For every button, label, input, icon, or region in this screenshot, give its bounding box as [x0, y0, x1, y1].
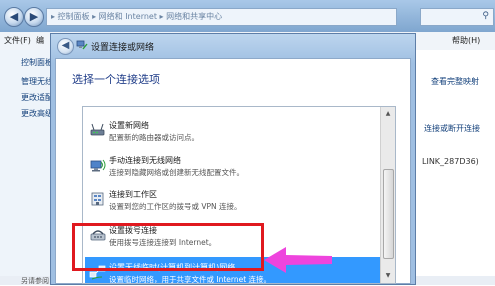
wireless-computer-icon [90, 159, 106, 172]
explorer-content-right: 查看完整映射 连接或断开连接 LINK_287D36) [416, 50, 495, 285]
option-description: 配置新的路由器或访问点。 [109, 133, 199, 142]
router-icon [90, 123, 105, 136]
explorer-titlebar: ◀ ▶ ▸ 控制面板 ▸ 网络和 Internet ▸ 网络和共享中心 ⚲ [0, 0, 495, 32]
option-workplace[interactable]: 连接到工作区 设置到您的工作区的拨号或 VPN 连接。 [85, 184, 381, 218]
option-description: 设置到您的工作区的拨号或 VPN 连接。 [109, 202, 242, 211]
explorer-sidebar: 控制面板 管理无线 更改适配 更改高级 [0, 50, 53, 285]
dialog-title-area: ◀ 设置连接或网络 [51, 34, 415, 58]
view-full-map-link[interactable]: 查看完整映射 [431, 76, 479, 87]
address-bar[interactable]: ▸ 控制面板 ▸ 网络和 Internet ▸ 网络和共享中心 [46, 8, 397, 26]
forward-button[interactable]: ▶ [24, 7, 44, 27]
sidebar-item-manage-wireless[interactable]: 管理无线 [21, 76, 53, 87]
dialog-back-button[interactable]: ◀ [57, 38, 74, 55]
option-manual-wireless[interactable]: 手动连接到无线网络 连接到隐藏网络或创建新无线配置文件。 [85, 150, 381, 184]
connect-disconnect-link[interactable]: 连接或断开连接 [424, 123, 480, 134]
option-description: 设置临时网络，用于共享文件或 Internet 连接。 [109, 275, 272, 284]
scrollbar-thumb[interactable] [383, 169, 394, 259]
dialog-title: 设置连接或网络 [91, 43, 155, 53]
option-title: 设置新网络 [109, 121, 149, 130]
back-arrow-icon: ◀ [9, 10, 19, 23]
list-scrollbar[interactable]: ▲ ▼ [380, 107, 395, 283]
back-button[interactable]: ◀ [4, 7, 24, 27]
option-title: 连接到工作区 [109, 190, 157, 199]
scroll-down-icon[interactable]: ▼ [382, 270, 394, 282]
network-setup-icon [76, 40, 88, 50]
red-highlight-box [72, 223, 264, 271]
sidebar-item-change-advanced[interactable]: 更改高级 [21, 108, 53, 119]
menu-file[interactable]: 文件(F) [4, 35, 31, 46]
workplace-icon [91, 192, 104, 206]
back-arrow-icon: ◀ [61, 40, 70, 51]
option-title: 手动连接到无线网络 [109, 156, 181, 165]
sidebar-item-change-adapter[interactable]: 更改适配 [21, 92, 53, 103]
search-input[interactable]: ⚲ [420, 8, 494, 26]
network-name: LINK_287D36) [422, 157, 479, 166]
scroll-up-icon[interactable]: ▲ [382, 108, 394, 120]
search-icon: ⚲ [482, 11, 489, 21]
sidebar-item-control-panel[interactable]: 控制面板 [21, 57, 53, 68]
page-heading: 选择一个连接选项 [72, 73, 160, 86]
pointer-arrow-icon [264, 247, 332, 273]
option-description: 连接到隐藏网络或创建新无线配置文件。 [109, 168, 244, 177]
menu-edit[interactable]: 编 [36, 35, 44, 46]
forward-arrow-icon: ▶ [29, 10, 39, 23]
option-new-network[interactable]: 设置新网络 配置新的路由器或访问点。 [85, 115, 381, 149]
menu-help[interactable]: 帮助(H) [452, 35, 480, 46]
